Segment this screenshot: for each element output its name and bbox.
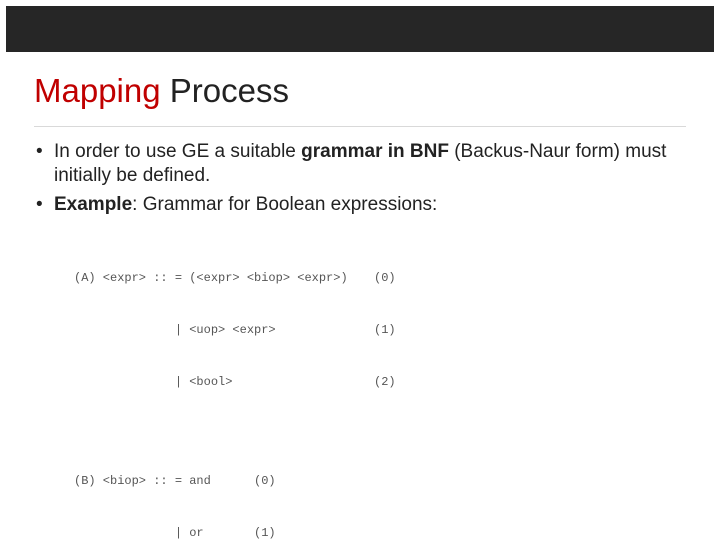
grammar-lhs: | <uop> <expr> bbox=[74, 322, 374, 339]
bullet-2-strong: Example bbox=[54, 194, 132, 215]
bullet-1: In order to use GE a suitable grammar in… bbox=[36, 140, 686, 189]
grammar-block: (A) <expr> :: = (<expr> <biop> <expr>)(0… bbox=[74, 235, 686, 540]
grammar-lhs: | <bool> bbox=[74, 374, 374, 391]
grammar-line: (B) <biop> :: = and(0) bbox=[74, 473, 686, 490]
grammar-line: | <bool>(2) bbox=[74, 374, 686, 391]
bullet-1-strong: grammar in BNF bbox=[301, 141, 449, 162]
grammar-idx: (2) bbox=[374, 374, 396, 391]
bullet-2-text-post: : Grammar for Boolean expressions: bbox=[132, 194, 437, 215]
grammar-line: | <uop> <expr>(1) bbox=[74, 322, 686, 339]
bullet-2: Example: Grammar for Boolean expressions… bbox=[36, 193, 686, 217]
grammar-idx: (1) bbox=[254, 525, 276, 540]
grammar-line: (A) <expr> :: = (<expr> <biop> <expr>)(0… bbox=[74, 270, 686, 287]
title-accent: Mapping bbox=[34, 72, 161, 109]
slide-body: In order to use GE a suitable grammar in… bbox=[34, 140, 686, 540]
top-bar bbox=[6, 6, 714, 52]
grammar-lhs: | or bbox=[74, 525, 254, 540]
grammar-lhs: (B) <biop> :: = and bbox=[74, 473, 254, 490]
grammar-gap bbox=[74, 426, 686, 438]
title-rest: Process bbox=[161, 72, 289, 109]
grammar-idx: (1) bbox=[374, 322, 396, 339]
grammar-lhs: (A) <expr> :: = (<expr> <biop> <expr>) bbox=[74, 270, 374, 287]
title-underline bbox=[34, 126, 686, 127]
slide: Mapping Process In order to use GE a sui… bbox=[0, 0, 720, 540]
bullet-1-text-pre: In order to use GE a suitable bbox=[54, 141, 301, 162]
bullet-list: In order to use GE a suitable grammar in… bbox=[34, 140, 686, 217]
slide-title: Mapping Process bbox=[34, 72, 686, 110]
grammar-idx: (0) bbox=[254, 473, 276, 490]
grammar-idx: (0) bbox=[374, 270, 396, 287]
grammar-line: | or(1) bbox=[74, 525, 686, 540]
